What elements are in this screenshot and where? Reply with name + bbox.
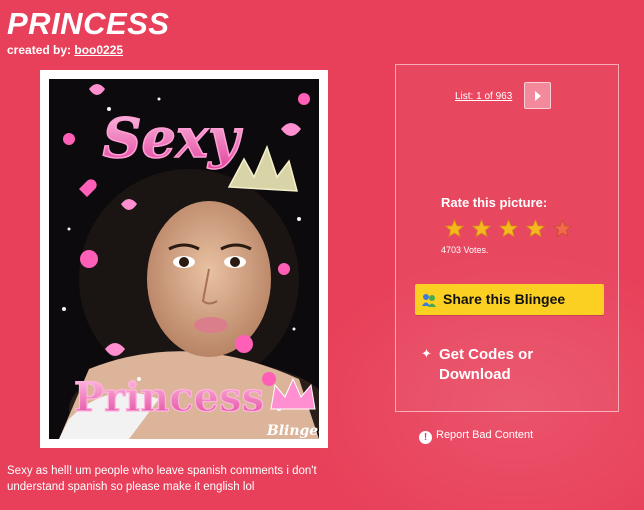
page-title: PRINCESS (7, 6, 170, 41)
blingee-image-frame: Sexy Princess Blingee (40, 70, 328, 448)
list-position-link[interactable]: List: 1 of 963 (455, 91, 512, 102)
creator-link[interactable]: boo0225 (74, 43, 123, 57)
star-icon-4[interactable] (526, 219, 545, 238)
created-by-label: created by: (7, 43, 72, 57)
star-icon-3[interactable] (499, 219, 518, 238)
share-label: Share this Blingee (443, 291, 566, 307)
alert-icon: ! (419, 431, 432, 444)
sparkle-icon: ✦ (421, 346, 432, 361)
creator-line: created by: boo0225 (7, 43, 123, 57)
image-description: Sexy as hell! um people who leave spanis… (7, 465, 317, 493)
blingee-image[interactable]: Sexy Princess Blingee (49, 79, 319, 439)
get-codes-link[interactable]: Get Codes or Download (439, 345, 589, 385)
image-top-word: Sexy (103, 106, 244, 170)
rate-title: Rate this picture: (441, 195, 548, 210)
share-people-icon (422, 294, 436, 307)
star-icon-5[interactable] (553, 219, 572, 238)
star-icon-2[interactable] (472, 219, 491, 238)
report-link[interactable]: ! Report Bad Content (419, 429, 533, 444)
next-image-button[interactable] (524, 82, 551, 109)
report-label[interactable]: Report Bad Content (436, 429, 533, 441)
share-button[interactable]: Share this Blingee (415, 284, 604, 315)
blingee-artwork: Sexy Princess Blingee (49, 79, 319, 439)
image-watermark: Blingee (266, 423, 319, 439)
star-icon-1[interactable] (445, 219, 464, 238)
votes-count: 4703 Votes. (441, 245, 489, 255)
image-bottom-word: Princess (74, 374, 264, 421)
